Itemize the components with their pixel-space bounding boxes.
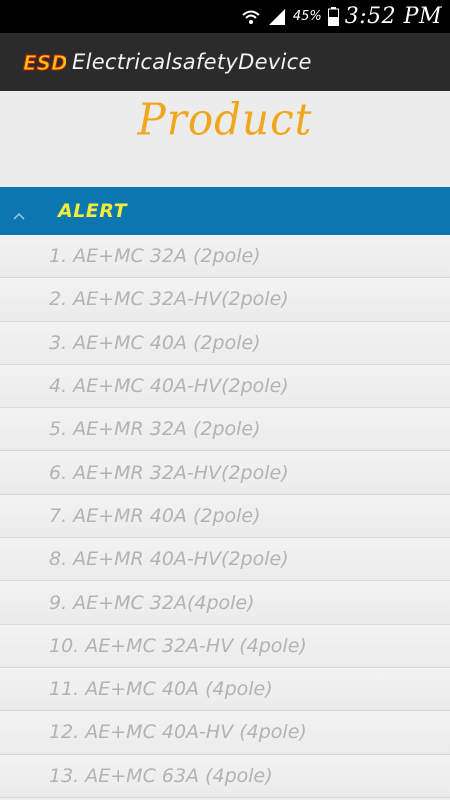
- list-item[interactable]: 9. AE+MC 32A(4pole): [0, 581, 450, 625]
- svg-text:ESD: ESD: [23, 51, 66, 75]
- chevron-up-icon: [12, 206, 26, 220]
- product-list: 1. AE+MC 32A (2pole) 2. AE+MC 32A-HV(2po…: [0, 235, 450, 798]
- list-item[interactable]: 6. AE+MR 32A-HV(2pole): [0, 451, 450, 495]
- app-title: ElectricalsafetyDevice: [72, 50, 312, 74]
- list-item[interactable]: 10. AE+MC 32A-HV (4pole): [0, 624, 450, 668]
- list-item-label: 13. AE+MC 63A (4pole): [49, 764, 273, 787]
- list-item-label: 4. AE+MC 40A-HV(2pole): [49, 375, 289, 398]
- list-item-label: 2. AE+MC 32A-HV(2pole): [49, 288, 289, 311]
- list-item[interactable]: 11. AE+MC 40A (4pole): [0, 667, 450, 712]
- battery-icon: [327, 7, 339, 26]
- list-item-label: 3. AE+MC 40A (2pole): [49, 331, 261, 354]
- list-item-label: 1. AE+MC 32A (2pole): [49, 245, 261, 268]
- action-bar: ESD ElectricalsafetyDevice: [0, 33, 450, 91]
- list-item-label: 12. AE+MC 40A-HV (4pole): [49, 721, 307, 744]
- signal-icon: [267, 8, 287, 26]
- list-item-label: 7. AE+MR 40A (2pole): [49, 504, 261, 527]
- battery-percent: 45%: [292, 9, 322, 24]
- clock: 3:52 PM: [344, 4, 442, 29]
- list-item-label: 10. AE+MC 32A-HV (4pole): [49, 634, 307, 657]
- page-title: Product: [137, 93, 313, 146]
- wifi-icon: [241, 8, 261, 26]
- list-item[interactable]: 2. AE+MC 32A-HV(2pole): [0, 278, 450, 322]
- list-item-label: 11. AE+MC 40A (4pole): [49, 678, 273, 701]
- list-item-label: 6. AE+MR 32A-HV(2pole): [49, 461, 289, 484]
- list-item[interactable]: 13. AE+MC 63A (4pole): [0, 754, 450, 798]
- list-item[interactable]: 3. AE+MC 40A (2pole): [0, 321, 450, 365]
- status-bar: 45% 3:52 PM: [0, 0, 450, 33]
- group-header-alert[interactable]: ALERT: [0, 187, 450, 235]
- status-icons: 45% 3:52 PM: [241, 2, 442, 31]
- app-logo[interactable]: ESD: [22, 49, 69, 76]
- list-item[interactable]: 8. AE+MR 40A-HV(2pole): [0, 538, 450, 582]
- list-item[interactable]: 12. AE+MC 40A-HV (4pole): [0, 711, 450, 755]
- list-item[interactable]: 5. AE+MR 32A (2pole): [0, 408, 450, 452]
- list-item-label: 8. AE+MR 40A-HV(2pole): [49, 548, 289, 571]
- list-item[interactable]: 1. AE+MC 32A (2pole): [0, 235, 450, 279]
- list-item[interactable]: 4. AE+MC 40A-HV(2pole): [0, 364, 450, 409]
- list-item[interactable]: 7. AE+MR 40A (2pole): [0, 494, 450, 539]
- product-header: Product: [0, 91, 450, 187]
- list-item-label: 9. AE+MC 32A(4pole): [49, 591, 255, 614]
- list-item-label: 5. AE+MR 32A (2pole): [49, 418, 261, 441]
- group-label: ALERT: [58, 200, 128, 222]
